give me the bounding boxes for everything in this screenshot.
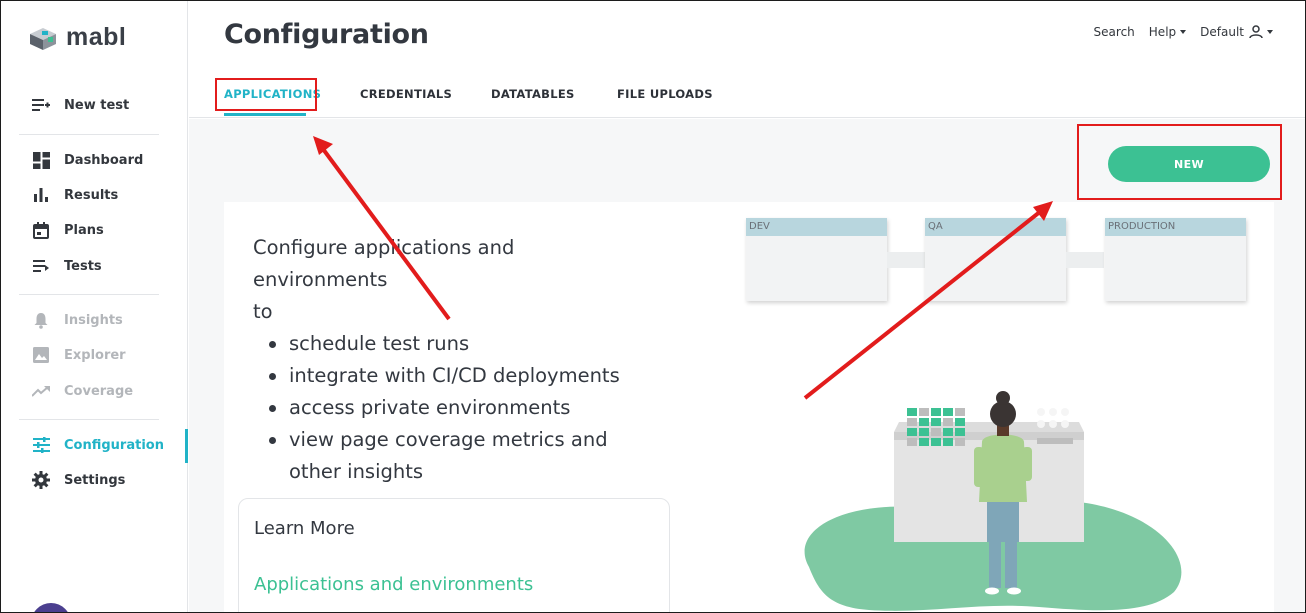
sidebar-item-label: Settings: [64, 472, 126, 488]
workspace-menu[interactable]: Default: [1200, 25, 1273, 39]
sidebar-item-insights[interactable]: Insights: [31, 308, 181, 332]
calendar-icon: [31, 220, 51, 240]
sidebar-divider: [19, 419, 159, 420]
sidebar-item-label: Insights: [64, 312, 123, 328]
tab-active-underline: [224, 113, 306, 116]
env-box-qa: QA: [925, 218, 1066, 301]
sidebar-item-configuration[interactable]: Configuration: [31, 433, 181, 457]
env-label: DEV: [746, 218, 887, 236]
annotation-box-new: [1077, 124, 1282, 200]
user-icon: [1249, 25, 1263, 39]
feature-list: schedule test runs integrate with CI/CD …: [267, 328, 653, 488]
sidebar-item-settings[interactable]: Settings: [31, 468, 181, 492]
applications-environments-link[interactable]: Applications and environments: [254, 574, 533, 595]
sidebar-divider: [19, 134, 159, 135]
intro-text: Configure applications and environments …: [253, 232, 653, 488]
sidebar-item-label: Results: [64, 187, 119, 203]
sliders-icon: [31, 435, 51, 455]
env-box-dev: DEV: [746, 218, 887, 301]
sidebar-item-label: Explorer: [64, 347, 126, 363]
learn-more-card: Learn More Applications and environments: [238, 498, 670, 612]
app-window: mabl New test Dashboard Results Plans Te…: [0, 0, 1306, 613]
intro-line: Configure applications and environments: [253, 236, 515, 291]
env-connector: [887, 252, 925, 268]
tab-file-uploads[interactable]: FILE UPLOADS: [617, 87, 713, 101]
bar-chart-icon: [31, 185, 51, 205]
learn-more-title: Learn More: [254, 518, 355, 539]
annotation-box-applications: [215, 78, 317, 111]
help-menu[interactable]: Help: [1148, 25, 1187, 39]
sidebar-divider: [19, 294, 159, 295]
bell-icon: [31, 310, 51, 330]
person-control-panel-illustration: [804, 391, 1182, 611]
chat-bubble-avatar[interactable]: [31, 603, 71, 612]
trending-icon: [31, 381, 51, 401]
list-item: view page coverage metrics and other ins…: [267, 424, 653, 488]
empty-state-card: Configure applications and environments …: [224, 202, 1274, 612]
top-links: Search Help Default: [1080, 25, 1273, 39]
sidebar-item-label: Tests: [64, 258, 102, 274]
help-label: Help: [1148, 25, 1177, 39]
sidebar-item-dashboard[interactable]: Dashboard: [31, 148, 181, 172]
env-connector: [1066, 252, 1104, 268]
search-link[interactable]: Search: [1094, 25, 1135, 39]
active-indicator: [185, 429, 188, 463]
sidebar-item-label: Coverage: [64, 383, 134, 399]
env-label: PRODUCTION: [1105, 218, 1246, 236]
workspace-label: Default: [1200, 25, 1244, 39]
sidebar-item-results[interactable]: Results: [31, 183, 181, 207]
mabl-logo-icon: [28, 24, 58, 52]
sidebar-item-tests[interactable]: Tests: [31, 254, 181, 278]
image-icon: [31, 345, 51, 365]
page-title: Configuration: [224, 19, 429, 50]
gear-icon: [31, 470, 51, 490]
sidebar-item-explorer[interactable]: Explorer: [31, 343, 181, 367]
list-item: integrate with CI/CD deployments: [267, 360, 653, 392]
env-box-production: PRODUCTION: [1105, 218, 1246, 301]
new-test-button[interactable]: New test: [31, 93, 181, 117]
list-item: access private environments: [267, 392, 653, 424]
tab-credentials[interactable]: CREDENTIALS: [360, 87, 452, 101]
logo[interactable]: mabl: [28, 23, 126, 52]
dashboard-icon: [31, 150, 51, 170]
tab-datatables[interactable]: DATATABLES: [491, 87, 575, 101]
intro-line: to: [253, 300, 273, 323]
list-icon: [31, 256, 51, 276]
chevron-down-icon: [1180, 30, 1187, 34]
sidebar: mabl New test Dashboard Results Plans Te…: [1, 1, 188, 612]
list-item: schedule test runs: [267, 328, 653, 360]
chevron-down-icon: [1267, 30, 1273, 34]
logo-text: mabl: [66, 23, 127, 51]
sidebar-item-label: Plans: [64, 222, 104, 238]
sidebar-item-label: Dashboard: [64, 152, 144, 168]
search-label: Search: [1093, 25, 1135, 39]
sidebar-item-label: Configuration: [64, 437, 164, 453]
playlist-add-icon: [31, 95, 51, 115]
sidebar-item-coverage[interactable]: Coverage: [31, 379, 181, 403]
new-test-label: New test: [64, 97, 130, 113]
env-label: QA: [925, 218, 1066, 236]
tab-bar: APPLICATIONS CREDENTIALS DATATABLES FILE…: [189, 73, 1305, 118]
sidebar-item-plans[interactable]: Plans: [31, 218, 181, 242]
